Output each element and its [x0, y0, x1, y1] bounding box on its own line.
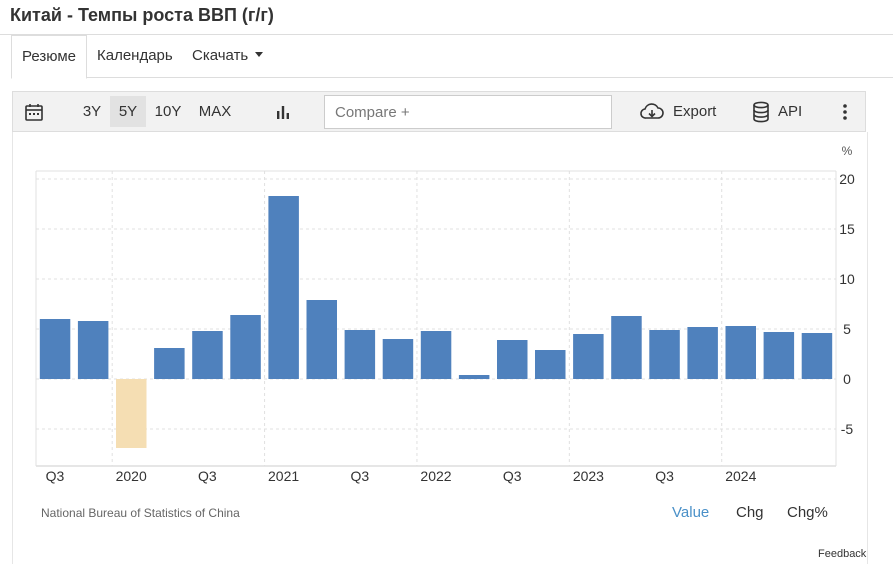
change-percent-tab[interactable]: Chg%: [787, 504, 828, 521]
cloud-download-icon: [640, 102, 664, 119]
more-options-icon[interactable]: [833, 92, 857, 131]
tab-download-label: Скачать: [192, 47, 249, 64]
api-label: API: [778, 103, 803, 120]
chart-toolbar: 3Y 5Y 10Y MAX Export API: [12, 91, 866, 132]
export-label: Export: [673, 103, 717, 120]
feedback-link[interactable]: Feedback: [818, 548, 866, 560]
chart-panel: [12, 132, 868, 564]
tab-summary[interactable]: Резюме: [11, 35, 87, 79]
database-icon: [753, 101, 769, 122]
range-max-button[interactable]: MAX: [194, 96, 236, 127]
source-label: National Bureau of Statistics of China: [41, 506, 240, 520]
tab-calendar[interactable]: Календарь: [97, 35, 173, 78]
tab-download[interactable]: Скачать: [192, 35, 264, 78]
compare-input[interactable]: [324, 95, 612, 129]
chevron-down-icon: [255, 51, 264, 57]
change-tab[interactable]: Chg: [736, 504, 764, 521]
range-5y-button[interactable]: 5Y: [110, 96, 146, 127]
tab-bar: Резюме Календарь Скачать: [11, 35, 893, 79]
value-tab[interactable]: Value: [672, 504, 709, 521]
page-title: Китай - Темпы роста ВВП (г/г): [10, 5, 274, 25]
export-button[interactable]: Export: [639, 92, 716, 131]
chart-type-icon[interactable]: [271, 92, 295, 131]
range-3y-button[interactable]: 3Y: [77, 96, 107, 127]
range-10y-button[interactable]: 10Y: [150, 96, 186, 127]
calendar-icon[interactable]: [21, 92, 47, 131]
api-button[interactable]: API: [752, 92, 802, 131]
